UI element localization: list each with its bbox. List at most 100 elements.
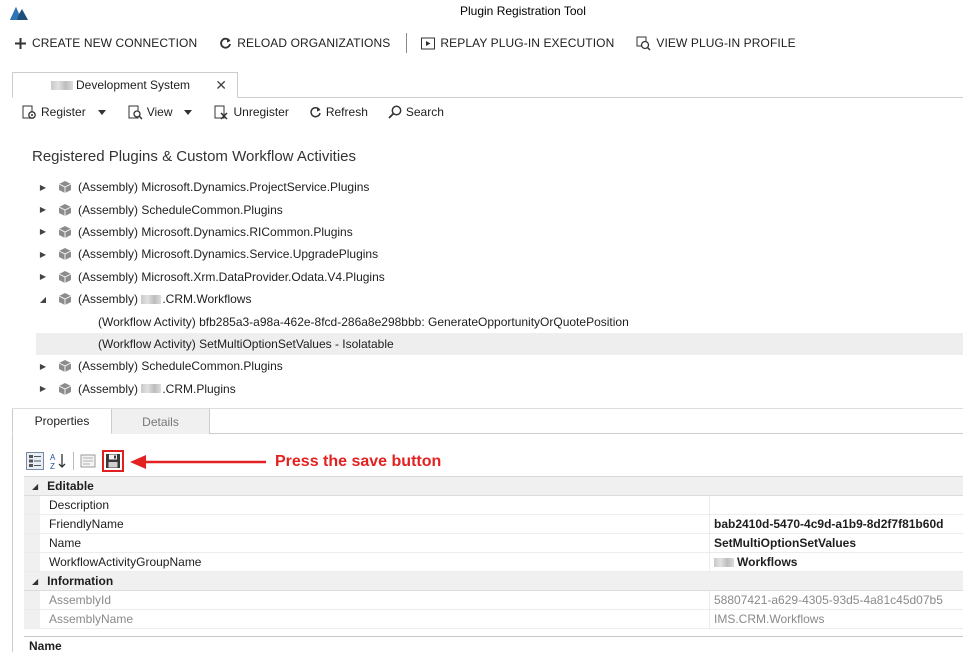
tree-node-label: (Assembly) ScheduleCommon.Plugins (78, 202, 283, 217)
view-magnifier-icon (128, 105, 143, 120)
view-button[interactable]: View (128, 105, 173, 120)
profile-search-icon (636, 36, 651, 51)
property-value-assemblyname: IMS.CRM.Workflows (714, 612, 825, 626)
create-connection-button[interactable]: CREATE NEW CONNECTION (14, 36, 197, 50)
expand-arrow-icon[interactable]: ▶ (36, 384, 50, 393)
redacted-prefix (51, 80, 73, 90)
reload-icon (220, 37, 232, 49)
assembly-cube-icon (58, 293, 72, 306)
unregister-icon (214, 105, 229, 120)
toolbar-separator (406, 33, 408, 53)
tree-node[interactable]: ▶ (Assembly) .CRM.Plugins (36, 378, 963, 400)
unregister-button[interactable]: Unregister (214, 105, 289, 120)
property-pages-button[interactable] (77, 450, 99, 472)
tree-node[interactable]: ▶ (Assembly) Microsoft.Dynamics.Service.… (36, 243, 963, 265)
description-pane: Name (24, 636, 963, 652)
toolbar-separator (73, 452, 74, 470)
sort-az-icon: AZ (50, 453, 66, 470)
property-grid-toolbar: AZ (24, 449, 125, 473)
view-plugin-profile-button[interactable]: VIEW PLUG-IN PROFILE (636, 36, 796, 51)
svg-text:Z: Z (50, 462, 55, 470)
tab-properties[interactable]: Properties (12, 409, 112, 434)
tree-node-workflow-activity[interactable]: (Workflow Activity) bfb285a3-a98a-462e-8… (36, 310, 963, 332)
view-plugin-profile-label: VIEW PLUG-IN PROFILE (656, 36, 796, 50)
tree-node-label: (Assembly) Microsoft.Dynamics.ProjectSer… (78, 180, 370, 195)
property-name: AssemblyName (24, 609, 710, 629)
save-button[interactable] (102, 450, 124, 472)
expand-arrow-icon[interactable]: ▶ (36, 205, 50, 214)
category-editable[interactable]: ◢ Editable (24, 477, 963, 496)
panel-border (12, 434, 13, 652)
assembly-cube-icon (58, 248, 72, 261)
property-name: WorkflowActivityGroupName (24, 552, 710, 572)
view-dropdown-caret[interactable] (184, 109, 193, 115)
tree-node[interactable]: ▶ (Assembly) Microsoft.Dynamics.ProjectS… (36, 176, 963, 198)
close-icon[interactable]: ✕ (215, 77, 227, 94)
property-row-group[interactable]: WorkflowActivityGroupName Workflows (24, 552, 963, 572)
collapse-arrow-icon[interactable]: ◢ (32, 482, 38, 491)
property-tabs: Properties Details (12, 409, 963, 434)
category-editable-label: Editable (47, 479, 94, 493)
tab-development-system-label: Development System (76, 78, 191, 92)
expand-arrow-icon[interactable]: ▶ (36, 250, 50, 259)
register-button[interactable]: Register (22, 105, 86, 120)
refresh-button[interactable]: Refresh (309, 105, 368, 119)
property-name: FriendlyName (24, 514, 710, 534)
property-row-assemblyid[interactable]: AssemblyId 58807421-a629-4305-93d5-4a81c… (24, 590, 963, 610)
tree-node-label-prefix: (Assembly) (78, 381, 142, 396)
property-pages-icon (80, 454, 96, 468)
annotation-arrow-icon (130, 455, 266, 469)
tree-node[interactable]: ▶ (Assembly) ScheduleCommon.Plugins (36, 198, 963, 220)
unregister-label: Unregister (233, 105, 289, 119)
redacted-prefix (714, 558, 734, 568)
assembly-cube-icon (58, 181, 72, 194)
tree-node-label: (Assembly) ScheduleCommon.Plugins (78, 359, 283, 374)
property-name: Description (24, 495, 710, 515)
plus-icon (15, 37, 26, 49)
assembly-cube-icon (58, 382, 72, 395)
tab-development-system[interactable]: Development System ✕ (12, 72, 238, 98)
tree-node-label: (Workflow Activity) SetMultiOptionSetVal… (98, 336, 394, 351)
search-button[interactable]: Search (388, 105, 444, 119)
property-row-name[interactable]: Name SetMultiOptionSetValues (24, 533, 963, 553)
expand-arrow-icon[interactable]: ▶ (36, 272, 50, 281)
title-bar: Plugin Registration Tool (0, 0, 963, 24)
expand-arrow-icon[interactable]: ▶ (36, 227, 50, 236)
property-row-description[interactable]: Description (24, 495, 963, 515)
property-name: AssemblyId (24, 590, 710, 610)
search-label: Search (405, 105, 444, 119)
replay-plugin-button[interactable]: REPLAY PLUG-IN EXECUTION (421, 36, 614, 50)
property-row-assemblyname[interactable]: AssemblyName IMS.CRM.Workflows (24, 609, 963, 629)
collapse-arrow-icon[interactable]: ◢ (32, 577, 38, 586)
search-icon (388, 105, 402, 119)
tree-node[interactable]: ▶ (Assembly) ScheduleCommon.Plugins (36, 355, 963, 377)
reload-organizations-button[interactable]: RELOAD ORGANIZATIONS (219, 36, 390, 50)
tab-details[interactable]: Details (112, 409, 210, 434)
replay-plugin-label: REPLAY PLUG-IN EXECUTION (440, 36, 615, 50)
property-row-friendlyname[interactable]: FriendlyName bab2410d-5470-4c9d-a1b9-8d2… (24, 514, 963, 534)
expand-arrow-icon[interactable]: ▶ (36, 183, 50, 192)
view-label: View (146, 105, 173, 119)
property-value-group[interactable]: Workflows (710, 555, 797, 569)
category-information[interactable]: ◢ Information (24, 572, 963, 591)
redacted-prefix (141, 294, 162, 304)
expand-arrow-icon[interactable]: ▶ (36, 362, 50, 371)
tree-node-workflow-activity-selected[interactable]: (Workflow Activity) SetMultiOptionSetVal… (36, 332, 963, 356)
svg-text:A: A (50, 453, 56, 462)
alphabetical-button[interactable]: AZ (47, 450, 69, 472)
property-name: Name (24, 533, 710, 553)
property-value-name[interactable]: SetMultiOptionSetValues (710, 536, 856, 550)
assembly-cube-icon (58, 225, 72, 238)
tree-node[interactable]: ▶ (Assembly) Microsoft.Xrm.DataProvider.… (36, 266, 963, 288)
tree-node-label: (Workflow Activity) bfb285a3-a98a-462e-8… (98, 314, 629, 329)
tree-node-expanded[interactable]: ◢ (Assembly) .CRM.Workflows (36, 288, 963, 310)
property-value-friendlyname[interactable]: bab2410d-5470-4c9d-a1b9-8d2f7f81b60d (710, 517, 943, 531)
categorized-button[interactable] (24, 450, 46, 472)
tree-node[interactable]: ▶ (Assembly) Microsoft.Dynamics.RICommon… (36, 221, 963, 243)
tree-node-label: (Assembly) Microsoft.Dynamics.Service.Up… (78, 247, 379, 262)
collapse-arrow-icon[interactable]: ◢ (36, 295, 50, 304)
tree-node-label-suffix: .CRM.Workflows (162, 292, 252, 307)
register-dropdown-caret[interactable] (97, 109, 106, 115)
plugin-tree: ▶ (Assembly) Microsoft.Dynamics.ProjectS… (36, 176, 963, 400)
tree-node-label: (Assembly) Microsoft.Xrm.DataProvider.Od… (78, 269, 385, 284)
